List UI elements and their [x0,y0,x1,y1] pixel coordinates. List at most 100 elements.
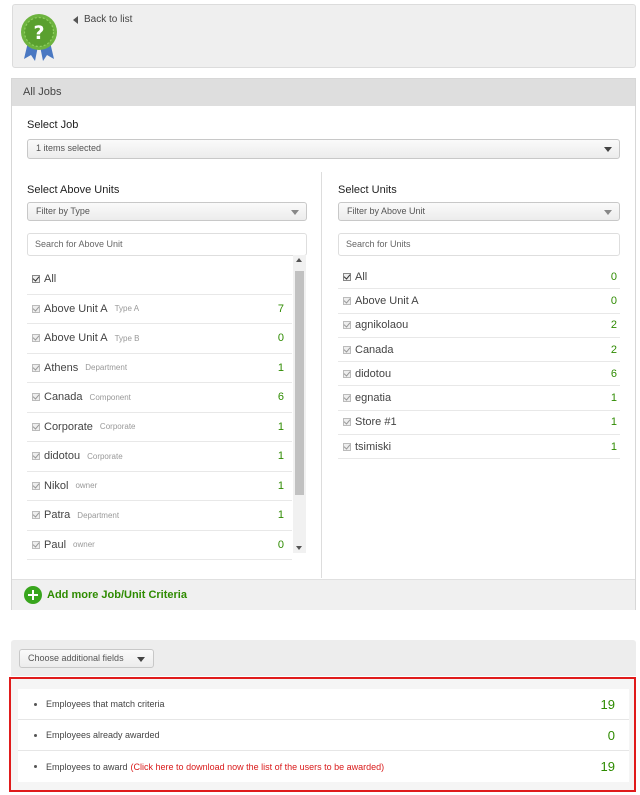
scroll-thumb[interactable] [295,271,304,495]
item-name: didotou [44,450,81,463]
above-units-list: All Above Unit A Type A 7 Above Unit A Type B… [27,265,292,560]
list-item[interactable]: Canada Component 6 [27,383,292,413]
additional-fields-label: Choose additional fields [28,653,124,663]
checkbox[interactable] [343,394,351,403]
summary-list: Employees that match criteria 19 Employe… [18,689,629,782]
caret-down-icon [137,657,145,662]
checkbox[interactable] [32,304,40,313]
panel-title: All Jobs [12,79,635,106]
list-item[interactable]: tsimiski 1 [338,435,620,460]
list-item[interactable]: didotou 6 [338,362,620,387]
list-item[interactable]: Above Unit A Type B 0 [27,324,292,354]
list-item[interactable]: Patra Department 1 [27,501,292,531]
checkbox[interactable] [343,345,351,354]
filter-by-type-label: Filter by Type [36,206,90,216]
chevron-left-icon [73,15,78,24]
item-count: 7 [277,302,284,315]
item-count: 6 [610,367,617,380]
back-to-list-label: Back to list [84,14,133,25]
checkbox[interactable] [343,418,351,427]
header-bar: ? Back to list [12,4,636,68]
match-count: 19 [600,696,615,712]
awarded-count: 0 [607,727,615,743]
job-select-dropdown[interactable]: 1 items selected [27,139,620,159]
svg-text:?: ? [33,22,44,44]
item-count: 1 [277,509,284,522]
filter-by-type-select[interactable]: Filter by Type [27,202,307,221]
item-name: All [355,270,368,283]
above-unit-search-input[interactable]: Search for Above Unit [27,233,307,256]
list-item[interactable]: Paul owner 0 [27,531,292,560]
item-name: Above Unit A [44,302,108,315]
item-name: All [44,273,57,286]
additional-fields-bar: Choose additional fields [11,640,636,676]
list-item[interactable]: Above Unit A Type A 7 [27,295,292,324]
item-type: Component [89,392,131,402]
list-item[interactable]: All 0 [338,265,620,290]
item-count: 1 [277,450,284,463]
units-column: Select Units Filter by Above Unit Search… [323,172,635,578]
item-name: egnatia [355,392,392,405]
list-item[interactable]: egnatia 1 [338,386,620,411]
item-count: 1 [610,392,617,405]
back-to-list-link[interactable]: Back to list [73,14,132,25]
filter-by-above-unit-select[interactable]: Filter by Above Unit [338,202,620,221]
checkbox[interactable] [343,321,351,330]
download-users-link[interactable]: (Click here to download now the list of … [131,762,385,772]
list-item[interactable]: agnikolaou 2 [338,314,620,338]
caret-down-icon [604,210,612,215]
checkbox[interactable] [343,272,351,281]
checkbox[interactable] [32,275,40,284]
list-item[interactable]: Corporate Corporate 1 [27,413,292,442]
award-summary-box: Employees that match criteria 19 Employe… [9,677,636,792]
checkbox[interactable] [343,296,351,305]
list-item[interactable]: Nikol owner 1 [27,472,292,501]
checkbox[interactable] [32,334,40,343]
question-badge-icon: ? [21,14,57,61]
item-type: Type B [114,333,140,343]
checkbox[interactable] [32,452,40,461]
item-name: Store #1 [355,416,397,429]
item-name: Canada [355,343,394,356]
above-units-column: Select Above Units Filter by Type Search… [12,172,322,578]
list-item[interactable]: Store #1 1 [338,411,620,436]
list-item[interactable]: didotou Corporate 1 [27,442,292,472]
checkbox[interactable] [32,540,40,549]
filter-by-above-unit-label: Filter by Above Unit [347,206,426,216]
list-item[interactable]: Above Unit A 0 [338,289,620,314]
checkbox[interactable] [32,393,40,402]
units-search-input[interactable]: Search for Units [338,233,620,256]
scroll-down-icon[interactable] [296,546,302,550]
caret-down-icon [291,210,299,215]
item-type: Department [77,510,120,520]
item-type: owner [73,540,95,550]
to-award-label: Employees to award [46,761,128,772]
list-item[interactable]: Canada 2 [338,338,620,363]
checkbox[interactable] [343,442,351,451]
add-more-criteria-label: Add more Job/Unit Criteria [47,589,187,601]
item-type: Type A [114,304,140,314]
item-type: Department [85,363,128,373]
above-unit-search-placeholder: Search for Above Unit [35,239,123,249]
add-more-criteria-button[interactable]: Add more Job/Unit Criteria [12,579,635,610]
checkbox[interactable] [32,363,40,372]
item-type: Corporate [87,451,123,461]
above-units-scrollbar[interactable] [293,255,306,553]
item-count: 6 [277,391,284,404]
checkbox[interactable] [343,369,351,378]
list-item[interactable]: Athens Department 1 [27,354,292,383]
list-item[interactable]: All [27,265,292,295]
additional-fields-select[interactable]: Choose additional fields [19,649,154,668]
checkbox[interactable] [32,481,40,490]
item-name: Athens [44,361,79,374]
checkbox[interactable] [32,511,40,520]
item-name: Nikol [44,479,69,492]
checkbox[interactable] [32,422,40,431]
select-job-label: Select Job [27,119,79,131]
scroll-up-icon[interactable] [296,258,302,262]
match-label: Employees that match criteria [46,699,165,709]
job-select-value: 1 items selected [36,143,102,153]
plus-circle-icon [24,586,42,604]
units-list: All 0 Above Unit A 0 agnikolaou 2 Canada 2 didot… [338,265,620,460]
item-count: 1 [277,479,284,492]
